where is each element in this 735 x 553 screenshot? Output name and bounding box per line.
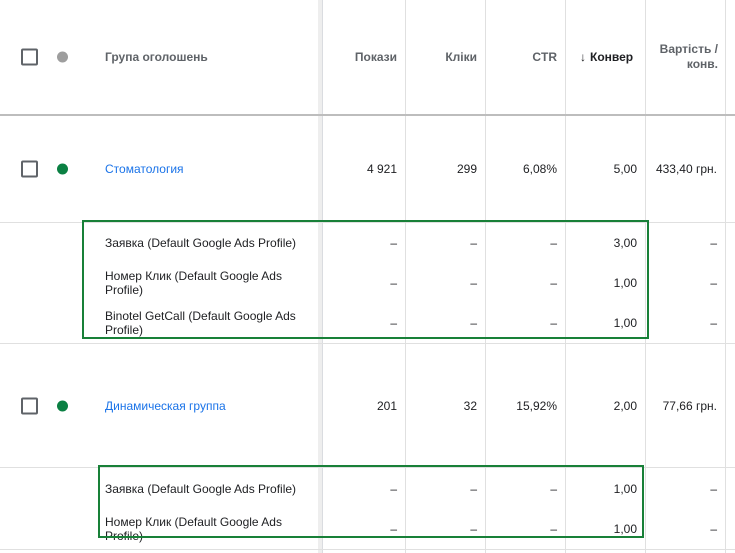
clicks-value: – [470,236,477,250]
conversion-action-label: Заявка (Default Google Ads Profile) [105,482,297,496]
cost-per-conv-value: – [710,316,717,330]
row-checkbox[interactable] [21,160,38,178]
row-divider [0,222,735,223]
impressions-value: – [390,316,397,330]
clicks-value: – [470,276,477,290]
column-divider [725,0,726,553]
column-divider [405,0,406,553]
cost-per-conv-value: – [710,522,717,536]
column-header-ctr[interactable]: CTR [532,50,557,64]
arrow-down-icon: ↓ [580,50,586,64]
impressions-value: – [390,522,397,536]
clicks-value: – [470,482,477,496]
column-header-cost-per-conv-line1: Вартість / [659,42,718,56]
impressions-value: 4 921 [366,162,397,176]
cost-per-conv-value: – [710,276,717,290]
conversions-value: 1,00 [613,522,637,536]
clicks-value: – [470,316,477,330]
select-all-checkbox[interactable] [21,48,38,66]
cost-per-conv-value: 77,66 грн. [662,399,717,413]
status-header-icon [57,51,68,63]
conversion-action-label: Binotel GetCall (Default Google Ads Prof… [105,309,296,337]
conversions-value: 1,00 [613,482,637,496]
conversions-value: 5,00 [613,162,637,176]
column-header-clicks[interactable]: Кліки [445,50,477,64]
conversions-value: 1,00 [613,276,637,290]
ctr-value: – [550,482,557,496]
conversions-value: 1,00 [613,316,637,330]
status-enabled-icon [57,400,68,412]
impressions-value: – [390,236,397,250]
ctr-value: 15,92% [516,399,557,413]
column-header-cost-per-conv[interactable]: Вартість / конв. [660,42,718,72]
ctr-value: – [550,522,557,536]
header-divider [0,114,735,116]
clicks-value: 299 [456,162,477,176]
conversions-value: 2,00 [613,399,637,413]
column-header-conversions-label: Конвер [590,50,634,64]
ctr-value: – [550,236,557,250]
cost-per-conv-value: – [710,482,717,496]
impressions-value: – [390,482,397,496]
row-checkbox[interactable] [21,397,38,415]
status-enabled-icon [57,163,68,175]
conversion-action-label: Номер Клик (Default Google Ads Profile) [105,269,282,297]
column-header-conversions[interactable]: ↓ Конвер [580,50,640,64]
conversions-value: 3,00 [613,236,637,250]
ad-group-link[interactable]: Стоматология [105,162,184,176]
row-divider [0,343,735,344]
conversion-action-label: Заявка (Default Google Ads Profile) [105,236,297,250]
cost-per-conv-value: – [710,236,717,250]
row-divider [0,549,735,550]
row-divider [0,467,735,468]
impressions-value: 201 [376,399,397,413]
frozen-column-divider [318,0,323,553]
impressions-value: – [390,276,397,290]
column-divider [645,0,646,553]
ctr-value: 6,08% [522,162,557,176]
ad-group-link[interactable]: Динамическая группа [105,399,226,413]
column-divider [565,0,566,553]
ctr-value: – [550,276,557,290]
column-divider [485,0,486,553]
clicks-value: – [470,522,477,536]
column-header-ad-group[interactable]: Група оголошень [105,50,208,64]
conversion-action-label: Номер Клик (Default Google Ads Profile) [105,515,282,543]
column-header-impressions[interactable]: Покази [355,50,397,64]
ctr-value: – [550,316,557,330]
cost-per-conv-value: 433,40 грн. [655,162,717,176]
clicks-value: 32 [463,399,477,413]
column-header-cost-per-conv-line2: конв. [686,57,718,71]
